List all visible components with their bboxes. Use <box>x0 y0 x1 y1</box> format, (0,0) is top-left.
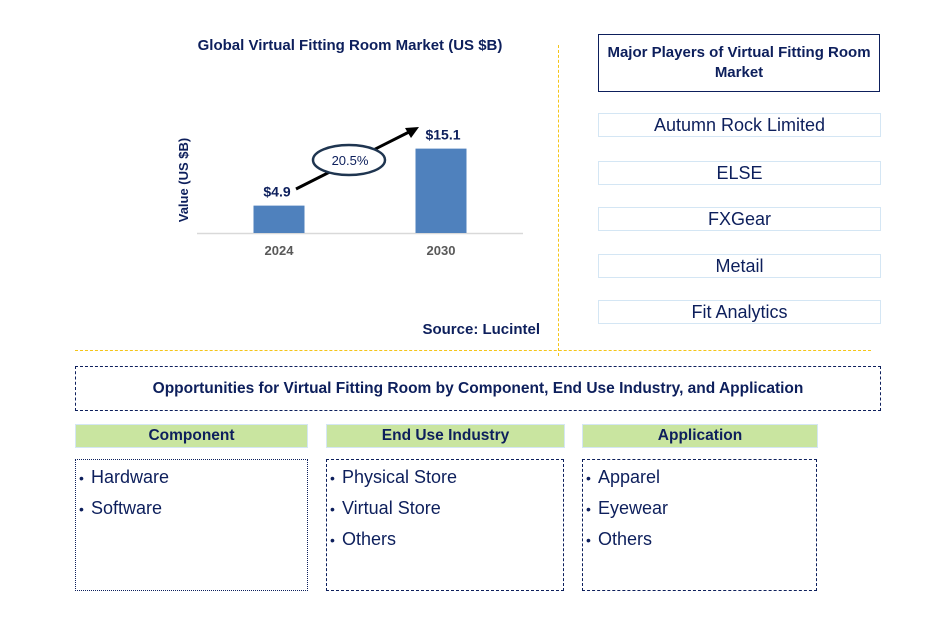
source-label: Source: Lucintel <box>422 321 540 338</box>
player-item: Fit Analytics <box>598 300 881 324</box>
list-item: • Apparel <box>583 462 816 493</box>
bullet-icon: • <box>330 532 335 548</box>
category-list-application: • Apparel • Eyewear • Others <box>582 459 817 591</box>
player-item: FXGear <box>598 207 881 231</box>
list-item: • Software <box>76 493 307 524</box>
vertical-divider <box>558 45 559 356</box>
bar-2030 <box>415 148 467 233</box>
list-item: • Physical Store <box>327 462 563 493</box>
players-title: Major Players of Virtual Fitting Room Ma… <box>598 34 880 92</box>
list-item: • Eyewear <box>583 493 816 524</box>
bullet-icon: • <box>330 501 335 517</box>
player-item: Autumn Rock Limited <box>598 113 881 137</box>
x-tick-label: 2030 <box>427 243 456 258</box>
list-item: • Others <box>327 524 563 555</box>
data-label: $4.9 <box>263 184 290 200</box>
list-item: • Virtual Store <box>327 493 563 524</box>
bar-2024 <box>253 205 305 233</box>
bullet-icon: • <box>586 501 591 517</box>
bullet-icon: • <box>586 532 591 548</box>
list-item: • Others <box>583 524 816 555</box>
horizontal-divider <box>75 350 871 351</box>
cagr-label: 20.5% <box>332 153 369 168</box>
category-list-end-use-industry: • Physical Store • Virtual Store • Others <box>326 459 564 591</box>
x-tick-label: 2024 <box>265 243 295 258</box>
list-item: • Hardware <box>76 462 307 493</box>
player-item: Metail <box>598 254 881 278</box>
opportunities-title: Opportunities for Virtual Fitting Room b… <box>75 366 881 411</box>
bullet-icon: • <box>79 470 84 486</box>
category-header-application: Application <box>582 424 818 448</box>
category-list-component: • Hardware • Software <box>75 459 308 591</box>
category-header-component: Component <box>75 424 308 448</box>
bullet-icon: • <box>586 470 591 486</box>
data-label: $15.1 <box>425 127 460 143</box>
player-item: ELSE <box>598 161 881 185</box>
bullet-icon: • <box>330 470 335 486</box>
category-header-end-use-industry: End Use Industry <box>326 424 565 448</box>
y-axis-label: Value (US $B) <box>176 138 191 223</box>
bullet-icon: • <box>79 501 84 517</box>
